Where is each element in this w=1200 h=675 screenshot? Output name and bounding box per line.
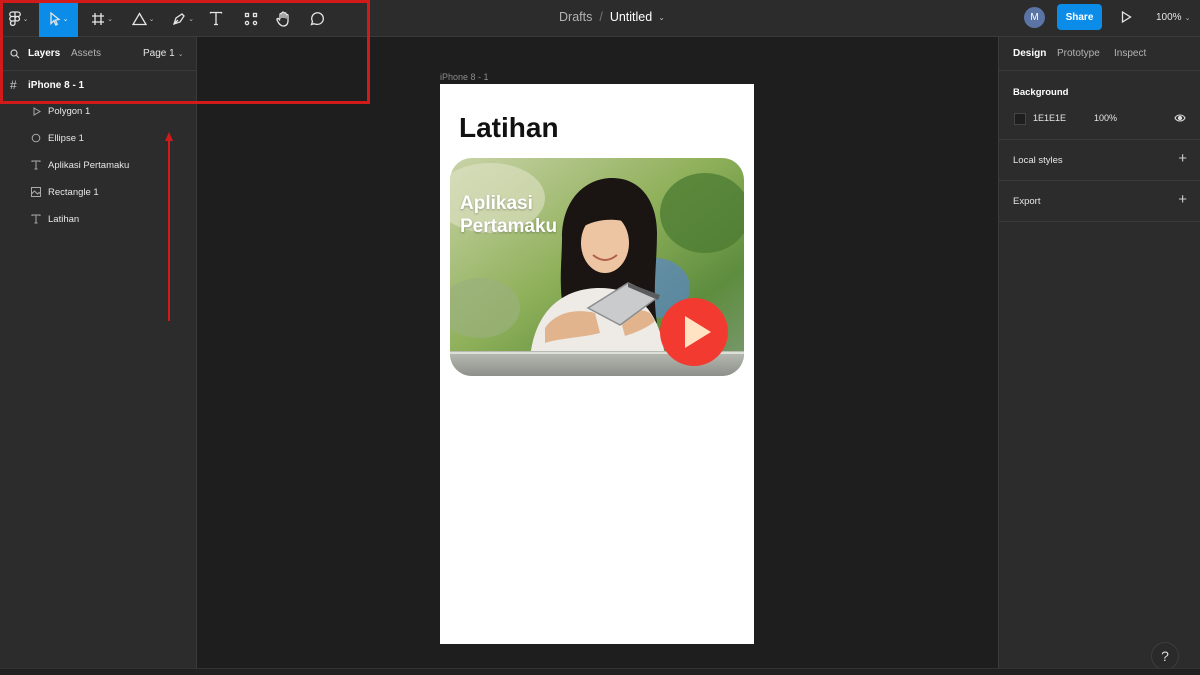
- image-icon: [30, 186, 42, 198]
- plus-icon[interactable]: +: [1178, 191, 1187, 208]
- tab-prototype[interactable]: Prototype: [1057, 48, 1100, 59]
- help-button[interactable]: ?: [1151, 642, 1179, 670]
- resources-icon: [244, 12, 258, 25]
- play-icon: [1121, 10, 1132, 24]
- background-heading: Background: [1013, 87, 1069, 98]
- layer-label: Latihan: [48, 213, 80, 225]
- drafts-link[interactable]: Drafts: [559, 10, 592, 24]
- frame-tool-button[interactable]: ⌄: [85, 0, 119, 37]
- chevron-down-icon: ⌄: [188, 15, 194, 23]
- annotation-arrow-head: [165, 132, 173, 141]
- tab-layers[interactable]: Layers: [28, 48, 60, 59]
- layer-label: Ellipse 1: [48, 132, 84, 144]
- background-section: Background: [999, 71, 1200, 140]
- taskbar: [0, 668, 1200, 675]
- figma-app: ⌄ ⌄ ⌄ ⌄ ⌄ Drafts / Untitled ⌄ M Share 10…: [0, 0, 1200, 675]
- present-button[interactable]: [1120, 10, 1132, 29]
- local-styles-section[interactable]: Local styles +: [999, 140, 1200, 181]
- hand-tool-button[interactable]: [270, 0, 296, 37]
- eye-icon[interactable]: [1174, 113, 1186, 123]
- background-color-swatch[interactable]: [1014, 113, 1026, 125]
- frame-icon: #: [10, 78, 17, 92]
- left-panel-tabs: Layers Assets Page 1 ⌄: [0, 37, 196, 71]
- background-hex-value[interactable]: 1E1E1E: [1033, 113, 1066, 123]
- iphone-frame[interactable]: Latihan Aplikasi Pertamaku: [440, 84, 754, 644]
- hand-icon: [275, 11, 289, 27]
- avatar[interactable]: M: [1024, 7, 1045, 28]
- local-styles-heading: Local styles: [1013, 155, 1063, 166]
- layer-text-latihan[interactable]: Latihan: [0, 206, 196, 232]
- layer-text-aplikasi[interactable]: Aplikasi Pertamaku: [0, 152, 196, 178]
- comment-icon: [309, 12, 324, 26]
- layer-label: iPhone 8 - 1: [28, 79, 85, 91]
- text-tool-button[interactable]: [203, 0, 229, 37]
- move-tool-button[interactable]: ⌄: [39, 0, 78, 37]
- pen-tool-button[interactable]: ⌄: [166, 0, 200, 37]
- tab-assets[interactable]: Assets: [71, 48, 101, 59]
- figma-logo-icon: [8, 10, 21, 26]
- background-opacity-value[interactable]: 100%: [1094, 113, 1117, 123]
- zoom-value: 100%: [1156, 12, 1182, 23]
- layer-label: Rectangle 1: [48, 186, 99, 198]
- chevron-down-icon: ⌄: [1184, 15, 1191, 22]
- export-section[interactable]: Export +: [999, 181, 1200, 222]
- right-panel-tabs: Design Prototype Inspect: [999, 37, 1200, 71]
- text-icon: [30, 159, 42, 171]
- layer-label: Aplikasi Pertamaku: [48, 159, 130, 171]
- pen-icon: [173, 12, 185, 25]
- breadcrumb-separator: /: [599, 10, 603, 24]
- tab-design[interactable]: Design: [1013, 48, 1046, 59]
- layer-frame-iphone[interactable]: # iPhone 8 - 1: [0, 72, 196, 98]
- share-button[interactable]: Share: [1057, 4, 1102, 30]
- page-name: Page 1: [143, 48, 175, 59]
- properties-panel: Design Prototype Inspect Background 1E1E…: [998, 37, 1200, 668]
- triangle-icon: [131, 11, 147, 25]
- tab-inspect[interactable]: Inspect: [1114, 48, 1146, 59]
- play-triangle-icon: [685, 316, 711, 348]
- chevron-down-icon: ⌄: [177, 51, 184, 58]
- image-card[interactable]: Aplikasi Pertamaku: [450, 158, 744, 376]
- layer-label: Polygon 1: [48, 105, 91, 117]
- export-heading: Export: [1013, 196, 1041, 207]
- file-name[interactable]: Untitled: [610, 10, 652, 24]
- frame-label[interactable]: iPhone 8 - 1: [440, 72, 489, 82]
- zoom-dropdown[interactable]: 100% ⌄: [1156, 12, 1190, 23]
- layer-rectangle[interactable]: Rectangle 1: [0, 179, 196, 205]
- annotation-arrow: [168, 136, 170, 321]
- play-button-ellipse[interactable]: [660, 298, 728, 366]
- main-menu-button[interactable]: ⌄: [0, 0, 37, 37]
- card-title[interactable]: Aplikasi Pertamaku: [460, 192, 600, 238]
- chevron-down-icon: ⌄: [148, 15, 155, 23]
- polygon-icon: [30, 105, 42, 117]
- top-toolbar: ⌄ ⌄ ⌄ ⌄ ⌄ Drafts / Untitled ⌄ M Share 10…: [0, 0, 1200, 37]
- chevron-down-icon: ⌄: [22, 15, 29, 23]
- page-selector[interactable]: Page 1 ⌄: [143, 48, 184, 59]
- plus-icon[interactable]: +: [1178, 150, 1187, 167]
- text-icon: [209, 11, 223, 26]
- chevron-down-icon: ⌄: [62, 15, 69, 23]
- layer-polygon[interactable]: Polygon 1: [0, 98, 196, 124]
- text-icon: [30, 213, 42, 225]
- ellipse-icon: [30, 132, 42, 144]
- resources-tool-button[interactable]: [238, 0, 264, 37]
- cursor-icon: [49, 11, 61, 26]
- frame-icon: [92, 12, 105, 25]
- chevron-down-icon: ⌄: [107, 15, 113, 23]
- file-breadcrumb: Drafts / Untitled ⌄: [559, 10, 665, 24]
- comment-tool-button[interactable]: [303, 0, 329, 37]
- chevron-down-icon[interactable]: ⌄: [658, 13, 665, 22]
- page-title[interactable]: Latihan: [459, 112, 559, 144]
- shape-tool-button[interactable]: ⌄: [126, 0, 160, 37]
- search-icon[interactable]: [10, 49, 20, 59]
